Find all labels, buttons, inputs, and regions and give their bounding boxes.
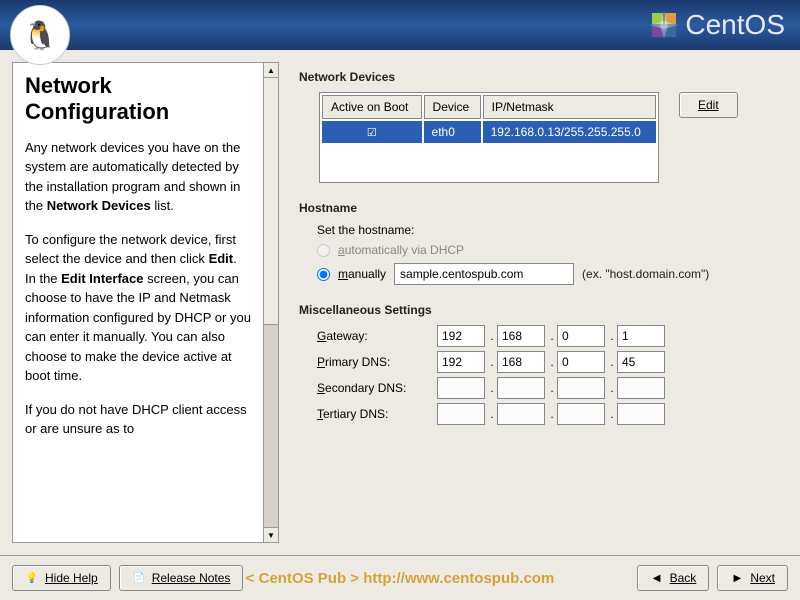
main: Network Configuration Any network device… xyxy=(0,50,800,555)
help-p1: Any network devices you have on the syst… xyxy=(25,138,251,216)
notes-icon: 📄 xyxy=(132,571,146,585)
network-devices-title: Network Devices xyxy=(299,70,785,84)
hostname-hint: (ex. "host.domain.com") xyxy=(582,267,709,281)
brand-text: CentOS xyxy=(685,9,785,41)
hostname-auto-radio: automatically via DHCP xyxy=(317,243,785,257)
next-button[interactable]: ▶ Next xyxy=(717,565,788,591)
secondary-dns-1[interactable] xyxy=(437,377,485,399)
primary-dns-1[interactable] xyxy=(437,351,485,373)
help-p3: If you do not have DHCP client access or… xyxy=(25,400,251,439)
arrow-right-icon: ▶ xyxy=(730,571,744,585)
back-button[interactable]: ◀ Back xyxy=(637,565,710,591)
watermark-text: < CentOS Pub > http://www.centospub.com xyxy=(246,570,555,587)
table-row[interactable]: ☑ eth0 192.168.0.13/255.255.255.0 xyxy=(322,121,656,143)
hostname-manual-radio[interactable]: manually (ex. "host.domain.com") xyxy=(317,263,785,285)
scroll-down-icon[interactable]: ▼ xyxy=(264,527,278,542)
distro-logo: 🐧 xyxy=(10,5,70,65)
tertiary-dns-4[interactable] xyxy=(617,403,665,425)
cell-ip: 192.168.0.13/255.255.255.0 xyxy=(483,121,656,143)
gateway-2[interactable] xyxy=(497,325,545,347)
help-p2: To configure the network device, first s… xyxy=(25,230,251,386)
table-row[interactable] xyxy=(322,145,656,180)
gateway-3[interactable] xyxy=(557,325,605,347)
secondary-dns-label: Secondary DNS: xyxy=(317,381,437,395)
tertiary-dns-2[interactable] xyxy=(497,403,545,425)
radio-auto xyxy=(317,244,330,257)
hostname-title: Hostname xyxy=(299,201,785,215)
checkbox-checked-icon[interactable]: ☑ xyxy=(367,127,377,139)
brand-logo: CentOS xyxy=(648,9,785,41)
primary-dns-2[interactable] xyxy=(497,351,545,373)
network-devices-section: Network Devices Active on Boot Device IP… xyxy=(299,70,785,183)
primary-dns-3[interactable] xyxy=(557,351,605,373)
hostname-input[interactable] xyxy=(394,263,574,285)
col-device[interactable]: Device xyxy=(424,95,481,119)
gateway-4[interactable] xyxy=(617,325,665,347)
table-header-row: Active on Boot Device IP/Netmask xyxy=(322,95,656,119)
device-table[interactable]: Active on Boot Device IP/Netmask ☑ eth0 … xyxy=(319,92,659,183)
release-notes-button[interactable]: 📄 Release Notes xyxy=(119,565,244,591)
scroll-up-icon[interactable]: ▲ xyxy=(264,63,278,78)
misc-section: Miscellaneous Settings Gateway: . . . Pr… xyxy=(299,303,785,425)
col-active[interactable]: Active on Boot xyxy=(322,95,422,119)
lightbulb-icon: 💡 xyxy=(25,571,39,585)
secondary-dns-4[interactable] xyxy=(617,377,665,399)
content: Network Devices Active on Boot Device IP… xyxy=(279,50,800,555)
primary-dns-4[interactable] xyxy=(617,351,665,373)
footer: 💡 Hide Help 📄 Release Notes < CentOS Pub… xyxy=(0,555,800,600)
edit-button[interactable]: Edit xyxy=(679,92,738,118)
scroll-thumb[interactable] xyxy=(264,78,278,325)
secondary-dns-2[interactable] xyxy=(497,377,545,399)
header: 🐧 CentOS xyxy=(0,0,800,50)
set-hostname-label: Set the hostname: xyxy=(317,223,785,237)
penguin-icon: 🐧 xyxy=(23,19,58,52)
arrow-left-icon: ◀ xyxy=(650,571,664,585)
col-ip[interactable]: IP/Netmask xyxy=(483,95,656,119)
hide-help-button[interactable]: 💡 Hide Help xyxy=(12,565,111,591)
primary-dns-label: Primary DNS: xyxy=(317,355,437,369)
hostname-section: Hostname Set the hostname: automatically… xyxy=(299,201,785,285)
help-scrollbar[interactable]: ▲ ▼ xyxy=(264,62,279,543)
secondary-dns-3[interactable] xyxy=(557,377,605,399)
gateway-1[interactable] xyxy=(437,325,485,347)
gateway-label: Gateway: xyxy=(317,329,437,343)
cell-device: eth0 xyxy=(424,121,481,143)
radio-manual[interactable] xyxy=(317,268,330,281)
tertiary-dns-label: Tertiary DNS: xyxy=(317,407,437,421)
misc-title: Miscellaneous Settings xyxy=(299,303,785,317)
help-title: Network Configuration xyxy=(25,73,251,126)
help-panel: Network Configuration Any network device… xyxy=(12,62,264,543)
tertiary-dns-1[interactable] xyxy=(437,403,485,425)
centos-icon xyxy=(648,9,680,41)
tertiary-dns-3[interactable] xyxy=(557,403,605,425)
scroll-track[interactable] xyxy=(264,78,278,527)
